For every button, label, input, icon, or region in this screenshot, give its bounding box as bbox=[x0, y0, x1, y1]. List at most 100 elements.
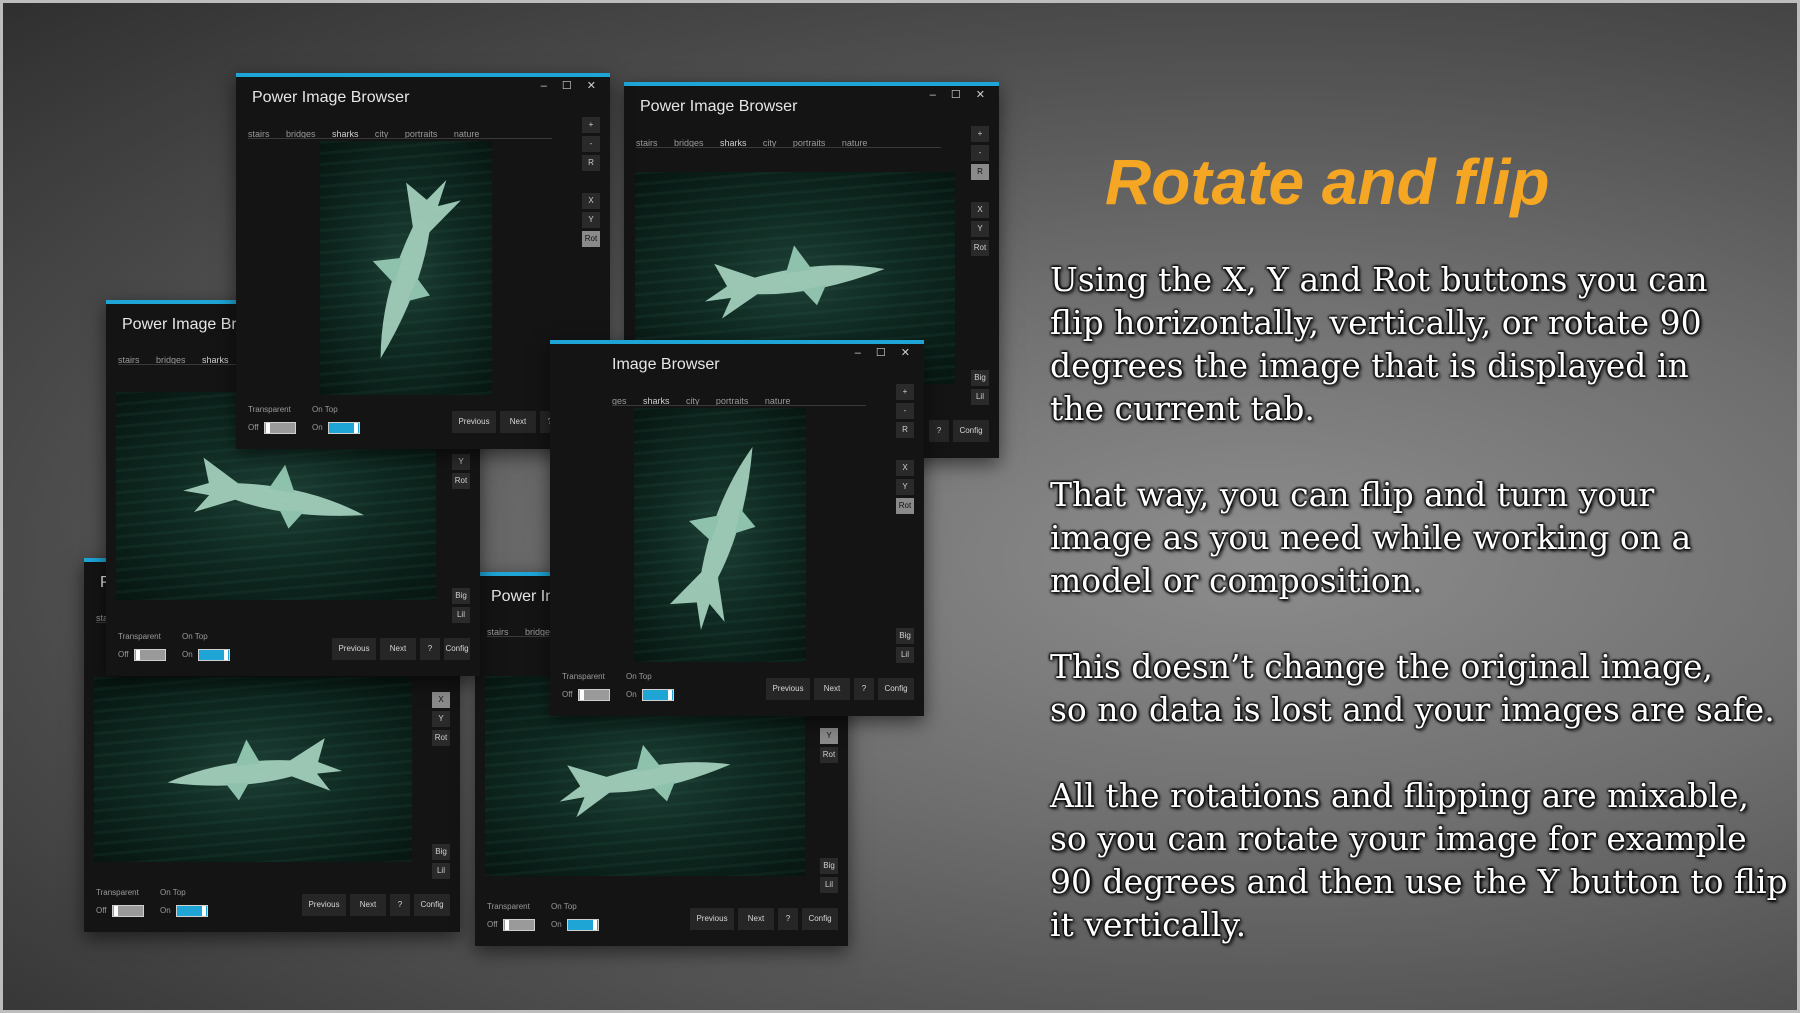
next-button[interactable]: Next bbox=[350, 894, 386, 916]
tab-portraits[interactable]: portraits bbox=[716, 396, 749, 405]
reset-button[interactable]: R bbox=[896, 422, 914, 438]
on-top-toggle[interactable] bbox=[642, 689, 674, 701]
flip-y-button[interactable]: Y bbox=[820, 728, 838, 744]
tab-city[interactable]: city bbox=[375, 129, 389, 138]
tab-bridges[interactable]: ges bbox=[612, 396, 627, 405]
on-top-toggle[interactable] bbox=[328, 422, 360, 434]
tab-bridges[interactable]: bridges bbox=[286, 129, 316, 138]
help-button[interactable]: ? bbox=[778, 908, 798, 930]
previous-button[interactable]: Previous bbox=[302, 894, 346, 916]
big-button[interactable]: Big bbox=[896, 628, 914, 644]
zoom-in-button[interactable]: + bbox=[582, 117, 600, 133]
rotate-button[interactable]: Rot bbox=[582, 231, 600, 247]
next-button[interactable]: Next bbox=[814, 678, 850, 700]
tab-portraits[interactable]: portraits bbox=[793, 138, 826, 147]
on-top-toggle[interactable] bbox=[567, 919, 599, 931]
flip-y-button[interactable]: Y bbox=[971, 221, 989, 237]
zoom-out-button[interactable]: - bbox=[896, 403, 914, 419]
transparent-label: Transparent bbox=[118, 632, 161, 641]
zoom-out-button[interactable]: - bbox=[582, 136, 600, 152]
zoom-in-button[interactable]: + bbox=[971, 126, 989, 142]
on-label: On bbox=[551, 920, 562, 929]
tab-city[interactable]: city bbox=[763, 138, 777, 147]
tab-nature[interactable]: nature bbox=[842, 138, 868, 147]
flip-x-button[interactable]: X bbox=[432, 692, 450, 708]
transparent-toggle[interactable] bbox=[503, 919, 535, 931]
help-button[interactable]: ? bbox=[854, 678, 874, 700]
rotate-button[interactable]: Rot bbox=[896, 498, 914, 514]
tab-sharks[interactable]: sharks bbox=[332, 129, 359, 138]
flip-y-button[interactable]: Y bbox=[452, 454, 470, 470]
help-button[interactable]: ? bbox=[420, 638, 440, 660]
previous-button[interactable]: Previous bbox=[332, 638, 376, 660]
transparent-toggle[interactable] bbox=[134, 649, 166, 661]
lil-button[interactable]: Lil bbox=[452, 607, 470, 623]
next-button[interactable]: Next bbox=[380, 638, 416, 660]
big-button[interactable]: Big bbox=[820, 858, 838, 874]
tab-stairs[interactable]: stairs bbox=[248, 129, 270, 138]
on-label: On bbox=[626, 690, 637, 699]
flip-x-button[interactable]: X bbox=[582, 193, 600, 209]
previous-button[interactable]: Previous bbox=[766, 678, 810, 700]
lil-button[interactable]: Lil bbox=[896, 647, 914, 663]
lil-button[interactable]: Lil bbox=[971, 389, 989, 405]
tab-city[interactable]: city bbox=[686, 396, 700, 405]
transparent-toggle[interactable] bbox=[264, 422, 296, 434]
window-controls[interactable]: – ☐ ✕ bbox=[541, 79, 602, 92]
rotate-button[interactable]: Rot bbox=[432, 730, 450, 746]
window-footer: Transparent Off On Top On PreviousNext?C… bbox=[118, 632, 470, 666]
help-button[interactable]: ? bbox=[929, 420, 949, 442]
tab-bridges[interactable]: bridges bbox=[674, 138, 704, 147]
rotate-button[interactable]: Rot bbox=[820, 747, 838, 763]
config-button[interactable]: Config bbox=[953, 420, 989, 442]
on-top-toggle[interactable] bbox=[198, 649, 230, 661]
on-top-toggle[interactable] bbox=[176, 905, 208, 917]
flip-y-button[interactable]: Y bbox=[582, 212, 600, 228]
zoom-out-button[interactable]: - bbox=[971, 145, 989, 161]
config-button[interactable]: Config bbox=[878, 678, 914, 700]
window-title: Power Image Browser bbox=[252, 89, 410, 106]
side-toolbar: + - R X Y Rot bbox=[971, 126, 989, 259]
flip-y-button[interactable]: Y bbox=[896, 479, 914, 495]
transparent-label: Transparent bbox=[96, 888, 139, 897]
tab-bridges[interactable]: bridges bbox=[156, 355, 186, 364]
config-button[interactable]: Config bbox=[444, 638, 470, 660]
tab-sharks[interactable]: sharks bbox=[202, 355, 229, 364]
rotate-button[interactable]: Rot bbox=[971, 240, 989, 256]
config-button[interactable]: Config bbox=[414, 894, 450, 916]
config-button[interactable]: Config bbox=[802, 908, 838, 930]
zoom-in-button[interactable]: + bbox=[896, 384, 914, 400]
flip-x-button[interactable]: X bbox=[896, 460, 914, 476]
window-controls[interactable]: – ☐ ✕ bbox=[855, 346, 916, 359]
tab-sharks[interactable]: sharks bbox=[720, 138, 747, 147]
transparent-toggle[interactable] bbox=[578, 689, 610, 701]
tab-nature[interactable]: nature bbox=[765, 396, 791, 405]
tab-stairs[interactable]: stairs bbox=[118, 355, 140, 364]
big-button[interactable]: Big bbox=[452, 588, 470, 604]
reset-button[interactable]: R bbox=[971, 164, 989, 180]
tab-sharks[interactable]: sharks bbox=[643, 396, 670, 405]
previous-button[interactable]: Previous bbox=[690, 908, 734, 930]
previous-button[interactable]: Previous bbox=[452, 411, 496, 433]
tab-nature[interactable]: nature bbox=[454, 129, 480, 138]
transparent-toggle[interactable] bbox=[112, 905, 144, 917]
off-label: Off bbox=[248, 423, 259, 432]
lil-button[interactable]: Lil bbox=[432, 863, 450, 879]
on-label: On bbox=[160, 906, 171, 915]
help-button[interactable]: ? bbox=[390, 894, 410, 916]
image-viewport bbox=[94, 677, 412, 862]
lil-button[interactable]: Lil bbox=[820, 877, 838, 893]
flip-y-button[interactable]: Y bbox=[432, 711, 450, 727]
big-button[interactable]: Big bbox=[432, 844, 450, 860]
on-top-label: On Top bbox=[551, 902, 577, 911]
reset-button[interactable]: R bbox=[582, 155, 600, 171]
rotate-button[interactable]: Rot bbox=[452, 473, 470, 489]
window-controls[interactable]: – ☐ ✕ bbox=[930, 88, 991, 101]
flip-x-button[interactable]: X bbox=[971, 202, 989, 218]
tab-stairs[interactable]: stairs bbox=[636, 138, 658, 147]
next-button[interactable]: Next bbox=[500, 411, 536, 433]
tab-stairs[interactable]: stairs bbox=[487, 627, 509, 636]
big-button[interactable]: Big bbox=[971, 370, 989, 386]
tab-portraits[interactable]: portraits bbox=[405, 129, 438, 138]
next-button[interactable]: Next bbox=[738, 908, 774, 930]
